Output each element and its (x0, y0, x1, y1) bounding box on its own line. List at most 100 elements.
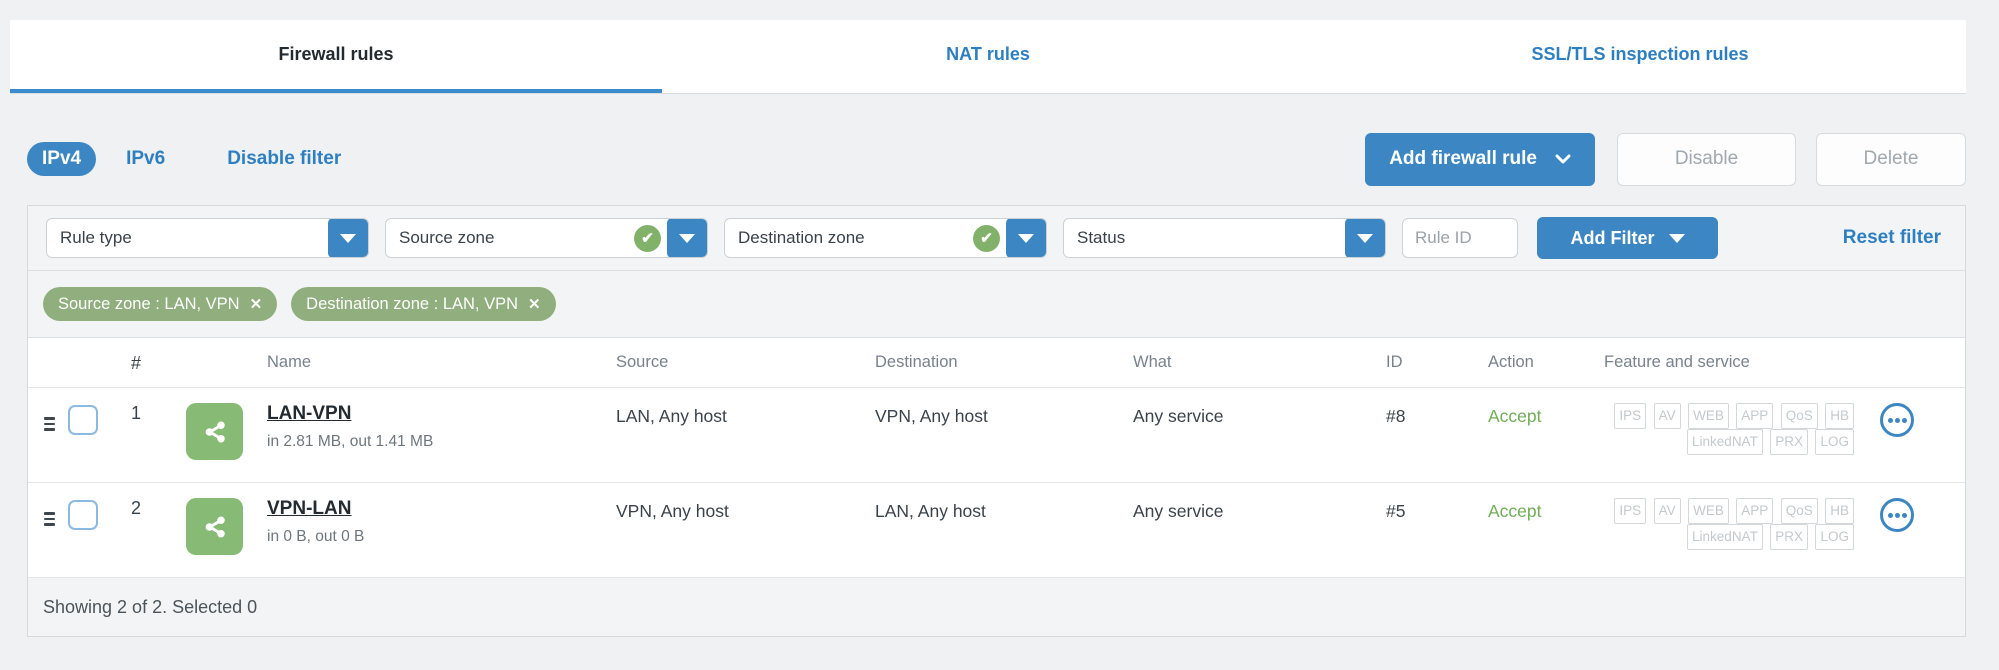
ipv6-toggle[interactable]: IPv6 (126, 148, 165, 170)
drag-handle-icon[interactable] (44, 417, 62, 431)
rule-source: VPN, Any host (616, 501, 729, 521)
remove-chip-icon[interactable]: ✕ (528, 295, 541, 313)
rule-action: Accept (1488, 501, 1542, 521)
rule-id: #5 (1386, 501, 1406, 521)
feature-badge: IPS (1614, 498, 1647, 524)
feature-badge: WEB (1688, 498, 1729, 524)
source-zone-dropdown[interactable]: Source zone ✔ (385, 218, 708, 258)
feature-badge: APP (1736, 403, 1774, 429)
reset-filter-link[interactable]: Reset filter (1843, 227, 1947, 249)
col-header-name: Name (267, 353, 312, 371)
rules-tabbar: Firewall rules NAT rules SSL/TLS inspect… (10, 20, 1966, 94)
col-header-destination: Destination (875, 353, 958, 371)
rule-name-link[interactable]: VPN-LAN (267, 498, 351, 520)
tab-firewall-rules[interactable]: Firewall rules (10, 20, 662, 93)
row-menu-button[interactable] (1880, 403, 1914, 437)
col-header-action: Action (1488, 353, 1534, 371)
add-firewall-rule-label: Add firewall rule (1389, 148, 1537, 169)
rule-type-dropdown[interactable]: Rule type (46, 218, 369, 258)
feature-badge: QoS (1780, 403, 1818, 429)
feature-badges: IPS AV WEB APP QoS HB LinkedNAT PRX LOG (1604, 498, 1880, 550)
feature-badge: LOG (1815, 524, 1854, 550)
feature-badge: IPS (1614, 403, 1647, 429)
controls-row: IPv4 IPv6 Disable filter Add firewall ru… (27, 124, 1966, 194)
rule-what: Any service (1133, 501, 1224, 521)
table-footer: Showing 2 of 2. Selected 0 (28, 578, 1965, 636)
feature-badge: AV (1653, 498, 1681, 524)
row-menu-button[interactable] (1880, 498, 1914, 532)
showing-summary: Showing 2 of 2. Selected 0 (43, 596, 258, 617)
dropdown-caret-icon[interactable] (667, 219, 707, 257)
status-label: Status (1077, 228, 1126, 247)
feature-badge: HB (1825, 403, 1854, 429)
rule-action: Accept (1488, 406, 1542, 426)
feature-badge: HB (1825, 498, 1854, 524)
feature-badge: PRX (1770, 429, 1809, 455)
feature-badge: LinkedNAT (1687, 429, 1763, 455)
rule-type-label: Rule type (60, 228, 132, 247)
row-checkbox[interactable] (68, 500, 98, 530)
add-filter-button[interactable]: Add Filter (1537, 217, 1718, 259)
tab-ssl-tls-inspection-rules[interactable]: SSL/TLS inspection rules (1314, 20, 1966, 93)
col-header-what: What (1133, 353, 1172, 371)
remove-chip-icon[interactable]: ✕ (250, 295, 263, 313)
rule-destination: VPN, Any host (875, 406, 988, 426)
table-row: 1 LAN-VPN in 2.81 MB, out 1.41 MB LAN, A… (28, 388, 1965, 483)
destination-zone-label: Destination zone (738, 228, 865, 247)
rule-id: #8 (1386, 406, 1406, 426)
rule-name-link[interactable]: LAN-VPN (267, 403, 351, 425)
chevron-down-icon (1555, 154, 1571, 164)
rule-what: Any service (1133, 406, 1224, 426)
add-filter-label: Add Filter (1570, 227, 1655, 248)
delete-button[interactable]: Delete (1816, 132, 1966, 186)
rule-traffic: in 2.81 MB, out 1.41 MB (267, 433, 434, 450)
chip-label: Source zone : LAN, VPN (58, 294, 240, 313)
firewall-rules-page: Firewall rules NAT rules SSL/TLS inspect… (0, 0, 1999, 670)
feature-badges: IPS AV WEB APP QoS HB LinkedNAT PRX LOG (1604, 403, 1880, 455)
chip-label: Destination zone : LAN, VPN (306, 294, 519, 313)
feature-badge: LinkedNAT (1687, 524, 1763, 550)
share-zone-icon (186, 403, 243, 460)
table-row: 2 VPN-LAN in 0 B, out 0 B VPN, Any host … (28, 483, 1965, 578)
share-icon (205, 421, 225, 442)
col-header-id: ID (1386, 353, 1403, 371)
feature-badge: WEB (1688, 403, 1729, 429)
feature-badge: APP (1736, 498, 1774, 524)
disable-filter-link[interactable]: Disable filter (227, 148, 341, 170)
add-firewall-rule-button[interactable]: Add firewall rule (1365, 132, 1595, 186)
drag-handle-icon[interactable] (44, 512, 62, 526)
rule-traffic: in 0 B, out 0 B (267, 528, 365, 545)
dropdown-caret-icon[interactable] (1345, 219, 1385, 257)
rules-panel: Rule type Source zone ✔ Destination zone… (27, 205, 1966, 637)
row-checkbox[interactable] (68, 405, 98, 435)
rule-id-input[interactable] (1402, 218, 1518, 258)
destination-zone-chip: Destination zone : LAN, VPN ✕ (291, 287, 556, 321)
rule-destination: LAN, Any host (875, 501, 986, 521)
col-header-feature: Feature and service (1604, 353, 1750, 371)
row-number: 2 (130, 498, 141, 518)
status-dropdown[interactable]: Status (1063, 218, 1386, 258)
caret-down-icon (1668, 233, 1685, 243)
col-header-num: # (130, 353, 141, 373)
share-icon (205, 516, 225, 537)
dropdown-caret-icon[interactable] (1006, 219, 1046, 257)
disable-button[interactable]: Disable (1617, 132, 1796, 186)
feature-badge: PRX (1770, 524, 1809, 550)
tab-nat-rules[interactable]: NAT rules (662, 20, 1314, 93)
filter-bar: Rule type Source zone ✔ Destination zone… (28, 206, 1965, 271)
table-header-row: # Name Source Destination What ID Action… (28, 338, 1965, 388)
ipv4-toggle[interactable]: IPv4 (27, 142, 97, 176)
active-filter-chips: Source zone : LAN, VPN ✕ Destination zon… (28, 271, 1965, 338)
source-zone-chip: Source zone : LAN, VPN ✕ (43, 287, 278, 321)
col-header-source: Source (616, 353, 669, 371)
feature-badge: LOG (1815, 429, 1854, 455)
check-circle-icon: ✔ (973, 224, 1000, 252)
share-zone-icon (186, 498, 243, 555)
destination-zone-dropdown[interactable]: Destination zone ✔ (724, 218, 1047, 258)
source-zone-label: Source zone (399, 228, 495, 247)
feature-badge: QoS (1780, 498, 1818, 524)
check-circle-icon: ✔ (634, 224, 661, 252)
row-number: 1 (130, 403, 141, 423)
rule-source: LAN, Any host (616, 406, 727, 426)
dropdown-caret-icon[interactable] (328, 219, 368, 257)
